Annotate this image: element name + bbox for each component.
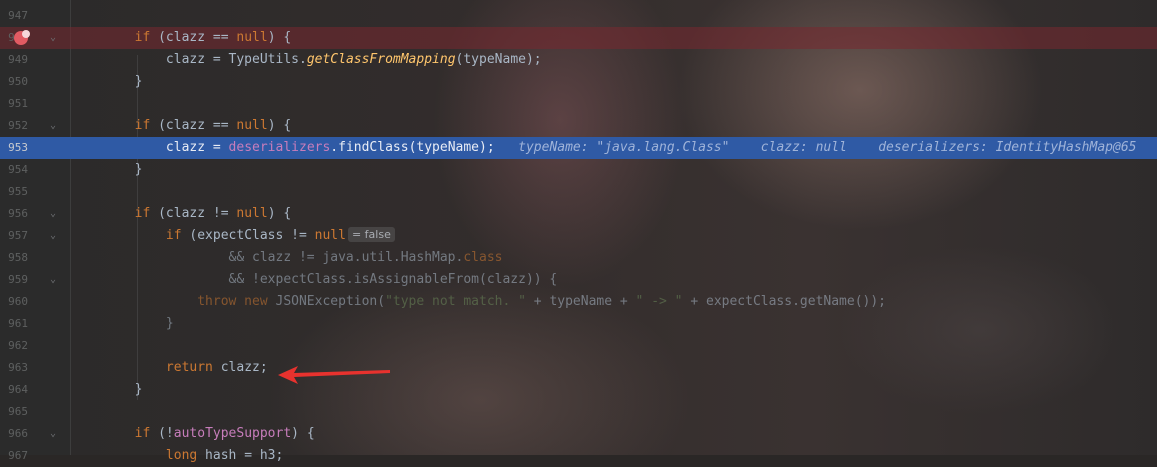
line-number: 960 [8, 295, 28, 308]
line-number: 955 [8, 185, 28, 198]
line-number: 949 [8, 53, 28, 66]
line-number: 964 [8, 383, 28, 396]
code-text: if (clazz != null) { [72, 206, 292, 221]
line-number: 951 [8, 97, 28, 110]
code-line-950[interactable]: 950 } [0, 71, 1157, 93]
code-line-957[interactable]: 957 ⌄ if (expectClass != null = false [0, 225, 1157, 247]
code-text: && clazz != java.util.HashMap.class [72, 250, 503, 265]
code-text: clazz = deserializers.findClass(typeName… [72, 140, 1137, 155]
red-arrow-icon [278, 366, 390, 384]
code-line-962[interactable]: 962 [0, 335, 1157, 357]
code-text: } [72, 162, 143, 177]
line-number: 958 [8, 251, 28, 264]
fold-chevron-icon[interactable]: ⌄ [50, 275, 60, 285]
code-text: } [72, 74, 143, 89]
fold-chevron-icon[interactable]: ⌄ [50, 231, 60, 241]
code-text: if (clazz == null) { [72, 118, 292, 133]
code-line-956[interactable]: 956 ⌄ if (clazz != null) { [0, 203, 1157, 225]
code-text: clazz = TypeUtils.getClassFromMapping(ty… [72, 52, 542, 67]
code-line-948[interactable]: 948 ⌄ if (clazz == null) { [0, 27, 1157, 49]
code-line-952[interactable]: 952 ⌄ if (clazz == null) { [0, 115, 1157, 137]
line-number: 959 [8, 273, 28, 286]
code-line-965[interactable]: 965 [0, 401, 1157, 423]
code-text: } [72, 382, 143, 397]
code-line-958[interactable]: 958 && clazz != java.util.HashMap.class [0, 247, 1157, 269]
code-line-951[interactable]: 951 [0, 93, 1157, 115]
code-line-959[interactable]: 959 ⌄ && !expectClass.isAssignableFrom(c… [0, 269, 1157, 291]
code-line-955[interactable]: 955 [0, 181, 1157, 203]
code-line-954[interactable]: 954 } [0, 159, 1157, 181]
code-text: return clazz; [72, 360, 268, 375]
fold-chevron-icon[interactable]: ⌄ [50, 429, 60, 439]
code-text: if (clazz == null) { [72, 30, 292, 45]
code-line-949[interactable]: 949 clazz = TypeUtils.getClassFromMappin… [0, 49, 1157, 71]
code-line-961[interactable]: 961 } [0, 313, 1157, 335]
line-number: 962 [8, 339, 28, 352]
line-number: 966 [8, 427, 28, 440]
code-line-960[interactable]: 960 throw new JSONException("type not ma… [0, 291, 1157, 313]
line-number: 967 [8, 449, 28, 462]
line-number: 954 [8, 163, 28, 176]
code-text: throw new JSONException("type not match.… [72, 294, 887, 309]
line-number: 953 [8, 141, 28, 154]
code-line-967[interactable]: 967 long hash = h3; [0, 445, 1157, 467]
line-number: 963 [8, 361, 28, 374]
code-text: && !expectClass.isAssignableFrom(clazz))… [72, 272, 558, 287]
breakpoint-verified-icon [22, 30, 30, 38]
code-line-947[interactable]: 947 [0, 5, 1157, 27]
code-text: long hash = h3; [72, 448, 284, 463]
line-number: 965 [8, 405, 28, 418]
code-line-953[interactable]: 953 clazz = deserializers.findClass(type… [0, 137, 1157, 159]
line-number: 956 [8, 207, 28, 220]
code-line-966[interactable]: 966 ⌄ if (!autoTypeSupport) { [0, 423, 1157, 445]
line-number: 947 [8, 9, 28, 22]
inline-value-hint: = false [347, 227, 395, 242]
fold-chevron-icon[interactable]: ⌄ [50, 209, 60, 219]
debug-value-typeName: typeName: "java.lang.Class" [518, 140, 730, 155]
code-line-963[interactable]: 963 return clazz; [0, 357, 1157, 379]
fold-chevron-icon[interactable]: ⌄ [50, 121, 60, 131]
fold-chevron-icon[interactable]: ⌄ [50, 33, 60, 43]
line-number: 952 [8, 119, 28, 132]
line-number: 961 [8, 317, 28, 330]
code-text: if (expectClass != null = false [72, 225, 395, 247]
code-text: } [72, 316, 174, 331]
code-line-964[interactable]: 964 } [0, 379, 1157, 401]
line-number: 950 [8, 75, 28, 88]
debug-value-clazz: clazz: null [760, 140, 847, 155]
debug-value-deserializers: deserializers: IdentityHashMap@65 [878, 140, 1137, 155]
code-text: if (!autoTypeSupport) { [72, 426, 315, 441]
line-number: 957 [8, 229, 28, 242]
